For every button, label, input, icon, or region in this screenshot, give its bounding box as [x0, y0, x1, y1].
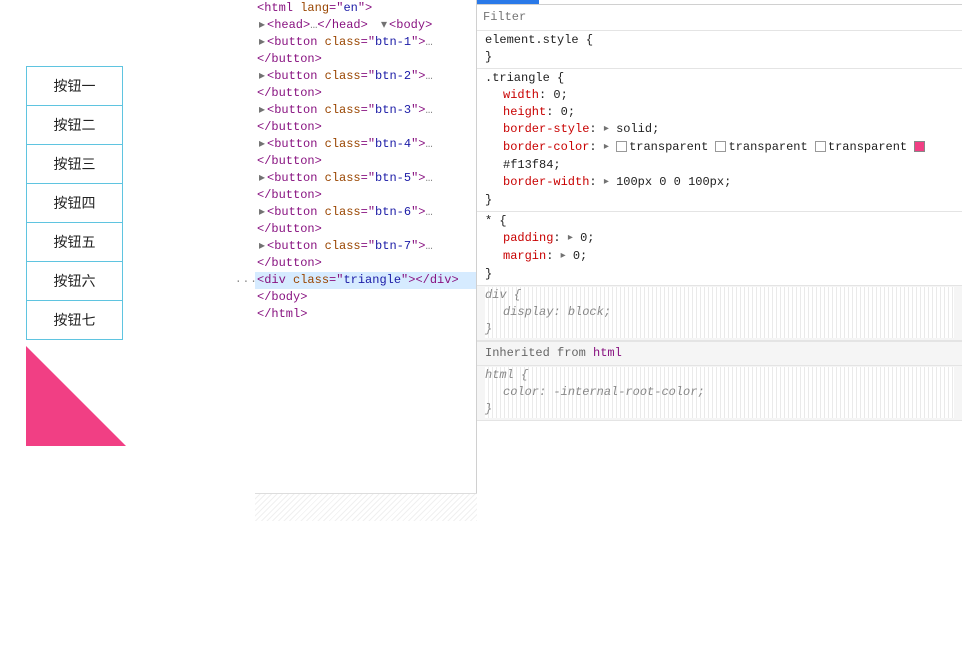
page-preview: 按钮一 按钮二 按钮三 按钮四 按钮五 按钮六 按钮七	[0, 0, 255, 521]
devtools-styles-panel: element.style { } .triangle { width: 0; …	[477, 0, 962, 521]
selector-triangle: .triangle {	[485, 71, 564, 85]
color-swatch-transparent[interactable]	[715, 141, 726, 152]
color-swatch-transparent[interactable]	[616, 141, 627, 152]
expand-value-icon[interactable]: ▸	[604, 121, 609, 138]
button-stack: 按钮一 按钮二 按钮三 按钮四 按钮五 按钮六 按钮七	[26, 66, 123, 340]
inherited-from-row: Inherited from html	[477, 341, 962, 366]
rule-close-brace: }	[485, 49, 954, 66]
preview-button-4[interactable]: 按钮四	[26, 183, 123, 223]
expand-value-icon[interactable]: ▸	[604, 174, 609, 191]
rule-element-style[interactable]: element.style { }	[477, 31, 962, 69]
triangle-div	[26, 346, 126, 446]
color-swatch-accent[interactable]	[914, 141, 925, 152]
dom-node-btn-4[interactable]: ▸<button class="btn-4">…	[255, 136, 435, 153]
rule-triangle[interactable]: .triangle { width: 0; height: 0; border-…	[477, 69, 962, 212]
expand-value-icon[interactable]: ▸	[604, 139, 609, 156]
collapse-icon[interactable]: ▾	[379, 17, 389, 34]
dom-node-btn-3[interactable]: ▸<button class="btn-3">…	[255, 102, 435, 119]
panel-resizer[interactable]	[255, 493, 477, 521]
inherited-from-link[interactable]: html	[593, 346, 622, 360]
dom-node-btn-1[interactable]: ▸<button class="btn-1">…	[255, 34, 435, 51]
preview-button-1[interactable]: 按钮一	[26, 66, 123, 106]
devtools-elements-panel[interactable]: <html lang="en"> ▸<head>…</head> ▾<body>…	[255, 0, 477, 521]
selector-element-style: element.style {	[485, 33, 593, 47]
dom-node-btn-6[interactable]: ▸<button class="btn-6">…	[255, 204, 435, 221]
dom-node-btn-7[interactable]: ▸<button class="btn-7">…	[255, 238, 435, 255]
color-swatch-transparent[interactable]	[815, 141, 826, 152]
dom-node-btn-2[interactable]: ▸<button class="btn-2">…	[255, 68, 435, 85]
preview-button-5[interactable]: 按钮五	[26, 222, 123, 262]
dom-node-triangle-selected[interactable]: <div class="triangle"></div>	[255, 272, 476, 289]
rule-user-agent-div[interactable]: div { display: block; }	[477, 286, 962, 341]
styles-filter-input[interactable]	[477, 5, 962, 30]
rule-universal[interactable]: * { padding: ▸ 0; margin: ▸ 0; }	[477, 212, 962, 286]
rule-user-agent-html[interactable]: html { color: -internal-root-color; }	[477, 366, 962, 421]
preview-button-7[interactable]: 按钮七	[26, 300, 123, 340]
expand-icon[interactable]: ▸	[257, 17, 267, 34]
preview-button-3[interactable]: 按钮三	[26, 144, 123, 184]
preview-button-6[interactable]: 按钮六	[26, 261, 123, 301]
styles-tab-indicator	[477, 0, 962, 5]
dom-node-btn-5[interactable]: ▸<button class="btn-5">…	[255, 170, 435, 187]
preview-button-2[interactable]: 按钮二	[26, 105, 123, 145]
